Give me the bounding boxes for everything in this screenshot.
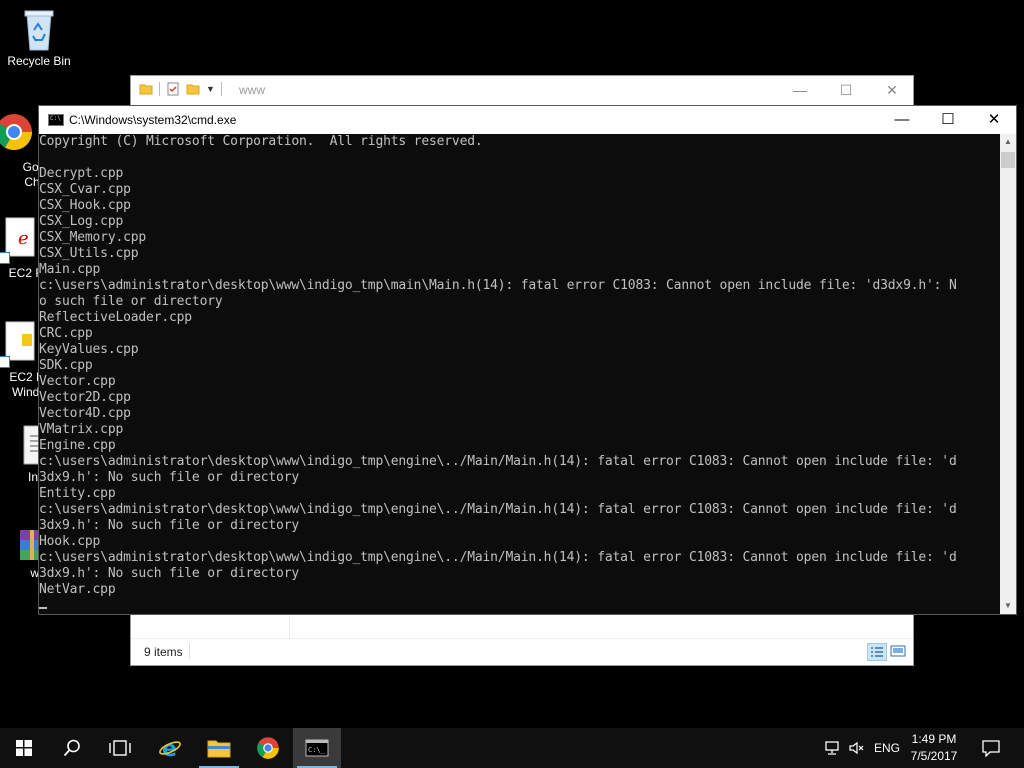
- explorer-maximize-button[interactable]: ☐: [823, 76, 869, 104]
- command-prompt-window[interactable]: C:\Windows\system32\cmd.exe — ☐ ✕ Copyri…: [38, 105, 1017, 615]
- details-view-icon: [871, 647, 883, 657]
- task-view-icon: [109, 740, 131, 756]
- svg-text:e: e: [18, 228, 29, 249]
- console-line: Vector4D.cpp: [39, 406, 131, 421]
- console-line: CSX_Cvar.cpp: [39, 182, 131, 197]
- explorer-close-button[interactable]: ✕: [869, 76, 915, 104]
- console-output[interactable]: Copyright (C) Microsoft Corporation. All…: [39, 134, 1000, 614]
- cmd-maximize-button[interactable]: ☐: [925, 106, 971, 134]
- properties-icon[interactable]: [166, 82, 180, 96]
- console-line: CRC.cpp: [39, 326, 93, 341]
- console-line: 3dx9.h': No such file or directory: [39, 470, 299, 485]
- taskbar-command-prompt[interactable]: C:\_: [293, 728, 341, 768]
- taskbar-internet-explorer[interactable]: e: [146, 728, 194, 768]
- console-line: CSX_Utils.cpp: [39, 246, 139, 261]
- console-line: c:\users\administrator\desktop\www\indig…: [39, 278, 957, 293]
- console-line: ReflectiveLoader.cpp: [39, 310, 192, 325]
- start-button[interactable]: [0, 728, 48, 768]
- cmd-titlebar[interactable]: C:\Windows\system32\cmd.exe — ☐ ✕: [39, 106, 1016, 134]
- taskbar-chrome[interactable]: [244, 728, 292, 768]
- svg-text:e: e: [162, 737, 177, 760]
- quick-access-toolbar: ▼: [139, 82, 222, 96]
- svg-text:C:\_: C:\_: [308, 746, 326, 754]
- cmd-title: C:\Windows\system32\cmd.exe: [69, 113, 237, 127]
- console-line: 3dx9.h': No such file or directory: [39, 566, 299, 581]
- network-icon[interactable]: [824, 740, 842, 756]
- console-line: Engine.cpp: [39, 438, 116, 453]
- console-line: SDK.cpp: [39, 358, 93, 373]
- console-line: Hook.cpp: [39, 534, 101, 549]
- text-cursor: [39, 607, 47, 609]
- details-view-button[interactable]: [867, 643, 887, 661]
- explorer-status-bar: 9 items: [131, 638, 913, 665]
- console-line: Main.cpp: [39, 262, 101, 277]
- taskbar-file-explorer[interactable]: [195, 728, 243, 768]
- console-cursor-line: [39, 598, 1000, 614]
- console-line: Vector.cpp: [39, 374, 116, 389]
- task-view-button[interactable]: [96, 728, 144, 768]
- large-icons-view-button[interactable]: [889, 643, 909, 661]
- shortcut-arrow-icon: [0, 252, 10, 264]
- notification-icon: [982, 740, 1000, 757]
- separator: [220, 82, 222, 96]
- large-icons-view-icon: [890, 645, 906, 657]
- clock[interactable]: 1:49 PM 7/5/2017: [899, 731, 969, 765]
- vertical-scrollbar[interactable]: ▲ ▼: [1000, 134, 1016, 614]
- desktop-icon-recycle-bin[interactable]: Recycle Bin: [1, 8, 77, 69]
- cmd-close-button[interactable]: ✕: [971, 106, 1017, 134]
- separator: [189, 643, 190, 659]
- clock-time: 1:49 PM: [911, 732, 957, 746]
- taskbar: e C:\_ ENG 1:49 PM 7/5/2017: [0, 728, 1024, 768]
- clock-date: 7/5/2017: [910, 749, 958, 763]
- chevron-down-icon[interactable]: ▼: [206, 84, 215, 94]
- chrome-icon: [0, 114, 33, 151]
- explorer-title: www: [239, 83, 265, 97]
- volume-muted-icon[interactable]: [848, 740, 866, 756]
- console-line: c:\users\administrator\desktop\www\indig…: [39, 502, 957, 517]
- chrome-icon: [257, 737, 279, 759]
- console-line: CSX_Log.cpp: [39, 214, 124, 229]
- file-explorer-icon: [207, 740, 231, 758]
- explorer-titlebar[interactable]: ▼ www — ☐ ✕: [131, 76, 913, 104]
- system-tray: ENG: [824, 728, 900, 768]
- scrollbar-thumb[interactable]: [1001, 152, 1015, 168]
- windows-start-icon: [16, 740, 32, 756]
- internet-explorer-icon: e: [159, 737, 181, 760]
- new-folder-icon[interactable]: [186, 82, 200, 96]
- console-line: KeyValues.cpp: [39, 342, 139, 357]
- command-prompt-icon[interactable]: [48, 114, 64, 126]
- console-line: c:\users\administrator\desktop\www\indig…: [39, 454, 957, 469]
- console-line: Vector2D.cpp: [39, 390, 131, 405]
- scroll-down-arrow-icon[interactable]: ▼: [1000, 598, 1016, 614]
- console-line: Copyright (C) Microsoft Corporation. All…: [39, 134, 483, 149]
- search-icon: [63, 739, 80, 757]
- explorer-minimize-button[interactable]: —: [777, 76, 823, 104]
- console-line: NetVar.cpp: [39, 582, 116, 597]
- scroll-up-arrow-icon[interactable]: ▲: [1000, 134, 1016, 150]
- console-line: Entity.cpp: [39, 486, 116, 501]
- command-prompt-icon: C:\_: [305, 739, 329, 757]
- recycle-bin-icon: [24, 10, 54, 51]
- console-line: 3dx9.h': No such file or directory: [39, 518, 299, 533]
- separator: [159, 82, 160, 96]
- cmd-minimize-button[interactable]: —: [879, 106, 925, 134]
- item-count: 9 items: [144, 645, 183, 659]
- search-button[interactable]: [48, 728, 96, 768]
- console-line: VMatrix.cpp: [39, 422, 124, 437]
- console-line: CSX_Hook.cpp: [39, 198, 131, 213]
- folder-icon[interactable]: [139, 82, 153, 96]
- console-line: CSX_Memory.cpp: [39, 230, 147, 245]
- console-line: o such file or directory: [39, 294, 223, 309]
- shortcut-arrow-icon: [0, 356, 10, 368]
- console-line: c:\users\administrator\desktop\www\indig…: [39, 550, 957, 565]
- console-line: Decrypt.cpp: [39, 166, 124, 181]
- action-center-button[interactable]: [968, 728, 1014, 768]
- input-language[interactable]: ENG: [874, 741, 900, 755]
- desktop-icon-label: Recycle Bin: [7, 54, 71, 68]
- column-divider: [289, 616, 290, 640]
